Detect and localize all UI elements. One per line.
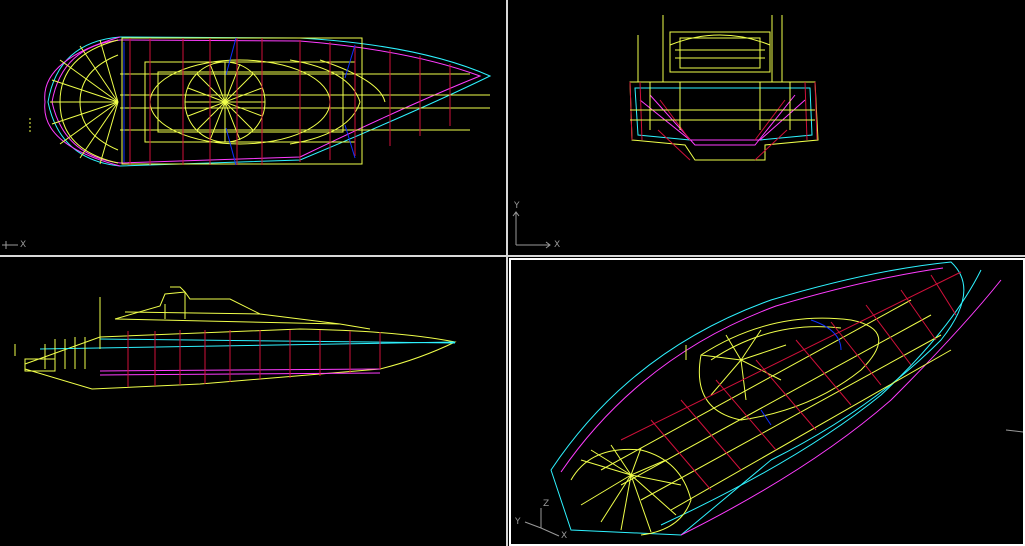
iso-stern-fan <box>570 444 692 536</box>
side-view-viewport[interactable] <box>0 259 505 546</box>
front-view-drawing <box>512 15 819 249</box>
top-view-viewport[interactable]: X <box>0 0 505 254</box>
ucs-z-label: Z <box>543 499 550 509</box>
iso-cabin <box>698 317 880 421</box>
viewport-separator-horizontal[interactable] <box>0 255 1025 257</box>
isometric-drawing <box>524 261 1023 537</box>
ucs-y-label: Y <box>514 201 520 211</box>
isometric-viewport[interactable]: Z Y X <box>509 258 1025 546</box>
side-view-drawing <box>14 286 457 390</box>
ucs-x-label: X <box>554 240 561 250</box>
front-station-lines <box>629 81 818 141</box>
side-station-lines <box>127 330 381 387</box>
ucs-y-label: Y <box>515 517 521 527</box>
stern-detail <box>24 337 86 372</box>
ucs-icon-front <box>512 211 551 249</box>
ucs-x-label: X <box>20 240 27 250</box>
ucs-icon <box>2 241 18 249</box>
ucs-icon-iso <box>524 508 560 537</box>
front-view-viewport[interactable]: Y X <box>510 0 1025 254</box>
dome-rays <box>185 62 265 142</box>
side-hull <box>24 328 457 390</box>
ucs-x-label: X <box>561 531 568 541</box>
station-lines <box>129 38 451 165</box>
viewport-separator-vertical[interactable] <box>506 0 508 546</box>
top-view-drawing <box>2 36 492 249</box>
